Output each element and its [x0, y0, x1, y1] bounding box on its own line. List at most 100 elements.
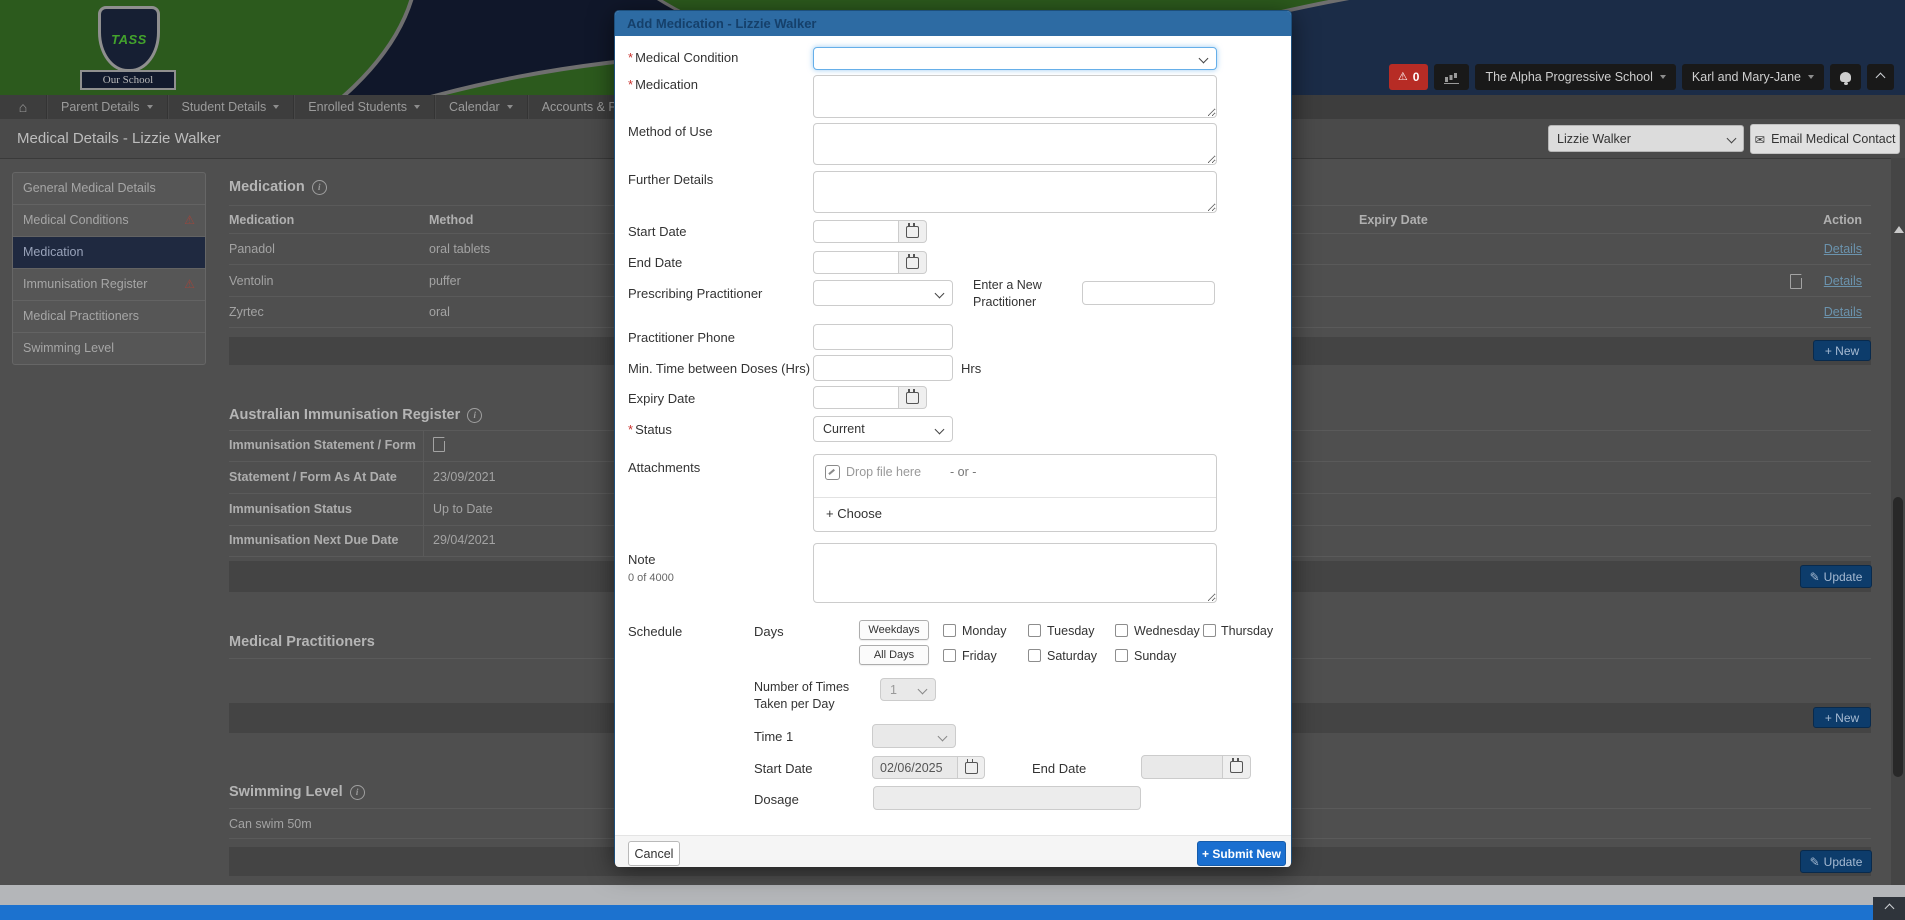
sidebar-item-general-medical-details[interactable]: General Medical Details: [13, 173, 205, 204]
info-icon[interactable]: i: [350, 785, 365, 800]
collapse-header-button[interactable]: [1867, 64, 1894, 90]
sidebar-item-swimming-level[interactable]: Swimming Level: [13, 332, 205, 364]
chevron-up-icon: [1884, 904, 1894, 914]
update-swimming-button[interactable]: ✎ Update: [1800, 850, 1872, 873]
sunday-checkbox[interactable]: [1115, 649, 1128, 662]
method-of-use-textarea[interactable]: [813, 123, 1217, 165]
nav-enrolled-students[interactable]: Enrolled Students: [294, 95, 435, 119]
details-link[interactable]: Details: [1782, 305, 1862, 319]
header-toolbar: ⚠ 0 The Alpha Progressive School Karl an…: [1389, 64, 1894, 90]
all-days-button[interactable]: All Days: [859, 645, 929, 665]
alert-badge[interactable]: ⚠ 0: [1389, 64, 1429, 90]
modal-footer: Cancel + Submit New: [615, 835, 1291, 867]
nav-home[interactable]: ⌂: [0, 95, 47, 119]
schedule-start-date-input[interactable]: 02/06/2025: [872, 756, 958, 779]
tuesday-checkbox[interactable]: [1028, 624, 1041, 637]
sidebar-item-medical-conditions[interactable]: Medical Conditions ⚠: [13, 204, 205, 236]
user-menu[interactable]: Karl and Mary-Jane: [1682, 64, 1824, 90]
scrollbar-thumb[interactable]: [1893, 497, 1903, 777]
new-practitioner-input[interactable]: [1082, 281, 1215, 305]
further-details-textarea[interactable]: [813, 171, 1217, 213]
scroll-up-arrow-icon[interactable]: [1894, 226, 1904, 233]
banner-curve: [0, 0, 466, 95]
time1-select[interactable]: [872, 724, 956, 748]
expiry-date-input[interactable]: [813, 386, 899, 409]
cancel-button[interactable]: Cancel: [628, 841, 680, 866]
alert-warning-icon: ⚠: [1398, 72, 1408, 83]
air-row-value: 29/04/2021: [433, 533, 496, 547]
air-row-label: Immunisation Status: [229, 502, 352, 516]
table-row-medication: Panadol: [229, 242, 275, 256]
min-time-input[interactable]: [813, 355, 953, 381]
info-icon[interactable]: i: [467, 408, 482, 423]
nav-calendar[interactable]: Calendar: [435, 95, 528, 119]
sidebar-item-medical-practitioners[interactable]: Medical Practitioners: [13, 300, 205, 332]
swimming-value: Can swim 50m: [229, 817, 312, 831]
start-date-input[interactable]: [813, 220, 899, 243]
saturday-label: Saturday: [1047, 649, 1097, 663]
submit-new-button[interactable]: + Submit New: [1197, 841, 1286, 866]
table-row-method: puffer: [429, 274, 461, 288]
further-details-label: Further Details: [628, 172, 713, 187]
prescribing-practitioner-select[interactable]: [813, 280, 953, 306]
chevron-down-icon: [273, 105, 279, 109]
vertical-scrollbar[interactable]: [1891, 158, 1905, 885]
notifications-button[interactable]: [1830, 64, 1861, 90]
dosage-input[interactable]: [873, 786, 1141, 810]
sidebar-item-immunisation-register[interactable]: Immunisation Register ⚠: [13, 268, 205, 300]
medication-textarea[interactable]: [813, 75, 1217, 118]
schedule-end-date-input[interactable]: [1141, 755, 1223, 779]
medical-condition-select[interactable]: [813, 47, 1217, 70]
details-link[interactable]: Details: [1782, 242, 1862, 256]
note-textarea[interactable]: [813, 543, 1217, 603]
method-of-use-label: Method of Use: [628, 124, 713, 139]
hrs-suffix: Hrs: [961, 361, 981, 376]
analytics-button[interactable]: [1434, 64, 1469, 90]
email-medical-contact-button[interactable]: ✉ Email Medical Contact: [1750, 124, 1900, 154]
calendar-icon: [965, 762, 978, 774]
logo-text: TASS: [111, 32, 147, 47]
schedule-start-date-calendar-button[interactable]: [958, 756, 985, 779]
status-select[interactable]: Current: [813, 416, 953, 442]
friday-checkbox[interactable]: [943, 649, 956, 662]
friday-label: Friday: [962, 649, 997, 663]
details-link[interactable]: Details: [1782, 274, 1862, 288]
practitioner-phone-input[interactable]: [813, 324, 953, 350]
choose-file-button[interactable]: + Choose: [826, 506, 882, 521]
start-date-calendar-button[interactable]: [899, 220, 927, 243]
monday-checkbox[interactable]: [943, 624, 956, 637]
info-icon[interactable]: i: [312, 180, 327, 195]
student-selector[interactable]: Lizzie Walker: [1548, 125, 1744, 152]
bell-icon: [1840, 72, 1851, 82]
add-medication-modal: Add Medication - Lizzie Walker *Medical …: [614, 10, 1292, 866]
attachment-document-icon[interactable]: [433, 437, 445, 452]
schedule-end-date-calendar-button[interactable]: [1223, 755, 1251, 779]
table-row-method: oral: [429, 305, 450, 319]
update-immunisation-button[interactable]: ✎ Update: [1800, 565, 1872, 588]
times-per-day-select[interactable]: 1: [880, 678, 936, 701]
air-row-value: 23/09/2021: [433, 470, 496, 484]
thursday-checkbox[interactable]: [1203, 624, 1216, 637]
chevron-down-icon: [1660, 75, 1666, 79]
required-marker: *: [628, 50, 633, 65]
school-menu[interactable]: The Alpha Progressive School: [1475, 64, 1675, 90]
nav-student-details[interactable]: Student Details: [168, 95, 295, 119]
chevron-down-icon: [147, 105, 153, 109]
modal-title: Add Medication - Lizzie Walker: [615, 11, 1291, 36]
weekdays-button[interactable]: Weekdays: [859, 620, 929, 640]
or-text: - or -: [950, 465, 976, 479]
new-medication-button[interactable]: + New: [1813, 340, 1871, 361]
sidebar-item-medication[interactable]: Medication: [13, 236, 205, 268]
new-practitioner-button[interactable]: + New: [1813, 707, 1871, 728]
nav-parent-details[interactable]: Parent Details: [47, 95, 168, 119]
attachments-dropzone[interactable]: Drop file here - or - + Choose: [813, 454, 1217, 532]
chart-icon: [1444, 71, 1459, 84]
dosage-label: Dosage: [754, 792, 799, 807]
expiry-date-calendar-button[interactable]: [899, 386, 927, 409]
page-title: Medical Details - Lizzie Walker: [17, 130, 221, 147]
end-date-input[interactable]: [813, 251, 899, 274]
wednesday-checkbox[interactable]: [1115, 624, 1128, 637]
saturday-checkbox[interactable]: [1028, 649, 1041, 662]
scroll-to-top-button[interactable]: [1873, 897, 1905, 920]
end-date-calendar-button[interactable]: [899, 251, 927, 274]
